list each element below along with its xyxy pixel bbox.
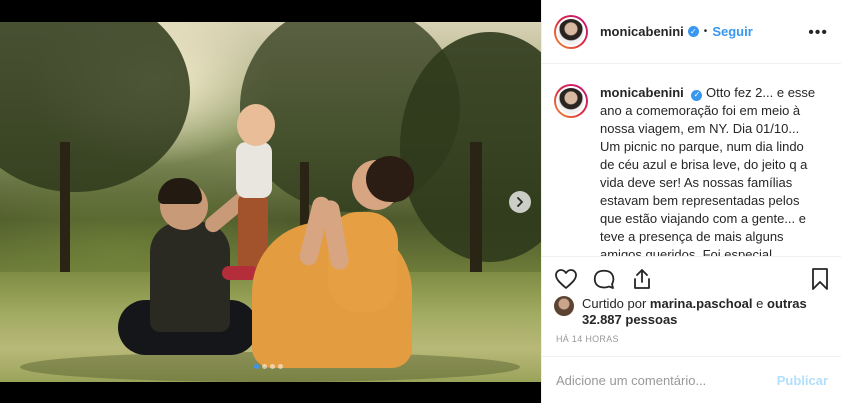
verified-badge-icon: ✓ — [691, 89, 703, 101]
next-arrow-icon — [517, 197, 523, 207]
publish-button[interactable]: Publicar — [777, 373, 828, 388]
carousel-dot — [270, 364, 275, 369]
caption-text: Otto fez 2... e esse ano a comemoração f… — [600, 85, 816, 256]
comment-form: Publicar — [542, 356, 841, 403]
photo-trunk — [470, 142, 482, 272]
post-header: monicabenini ✓ • Seguir ••• — [542, 0, 841, 64]
share-icon[interactable] — [630, 267, 654, 291]
author-username[interactable]: monicabenini — [600, 24, 684, 39]
avatar-image — [556, 86, 586, 116]
caption-avatar[interactable] — [554, 84, 588, 118]
likes-prefix: Curtido por — [582, 296, 650, 311]
avatar-image — [556, 16, 586, 47]
caption-section[interactable]: monicabenini ✓ Otto fez 2... e esse ano … — [542, 64, 841, 256]
post-photo[interactable] — [0, 22, 541, 382]
likes-summary: Curtido por marina.paschoal e outras 32.… — [554, 296, 812, 328]
bookmark-icon[interactable] — [808, 267, 832, 291]
author-avatar[interactable] — [554, 14, 588, 49]
father-hair — [158, 178, 202, 204]
carousel-dot — [254, 364, 259, 369]
photo-foliage — [0, 22, 190, 192]
child-head — [237, 104, 275, 146]
comment-icon[interactable] — [592, 267, 616, 291]
post-media — [0, 0, 541, 403]
comment-input[interactable] — [556, 372, 777, 388]
post-timestamp[interactable]: HÁ 14 HORAS — [556, 334, 619, 344]
header-separator: • — [703, 26, 708, 37]
verified-badge-icon: ✓ — [687, 26, 699, 37]
liker-avatar[interactable] — [554, 296, 574, 316]
follow-button[interactable]: Seguir — [712, 24, 752, 39]
child-body — [236, 142, 272, 198]
caption: monicabenini ✓ Otto fez 2... e esse ano … — [600, 84, 820, 256]
caption-username[interactable]: monicabenini — [600, 85, 684, 100]
liker-username[interactable]: marina.paschoal — [650, 296, 753, 311]
carousel-dot — [278, 364, 283, 369]
action-bar — [542, 256, 841, 296]
likes-text: Curtido por marina.paschoal e outras 32.… — [582, 296, 812, 328]
carousel-indicator — [254, 364, 283, 369]
carousel-dot — [262, 364, 267, 369]
post-side-panel: monicabenini ✓ • Seguir ••• monicabenini… — [541, 0, 841, 403]
photo-trunk — [60, 142, 70, 272]
mother-hair — [366, 156, 414, 202]
heart-icon[interactable] — [554, 267, 578, 291]
likes-conjunction: e — [752, 296, 767, 311]
father-body — [150, 222, 230, 332]
next-photo-button[interactable] — [509, 191, 531, 213]
more-icon[interactable]: ••• — [808, 24, 828, 42]
